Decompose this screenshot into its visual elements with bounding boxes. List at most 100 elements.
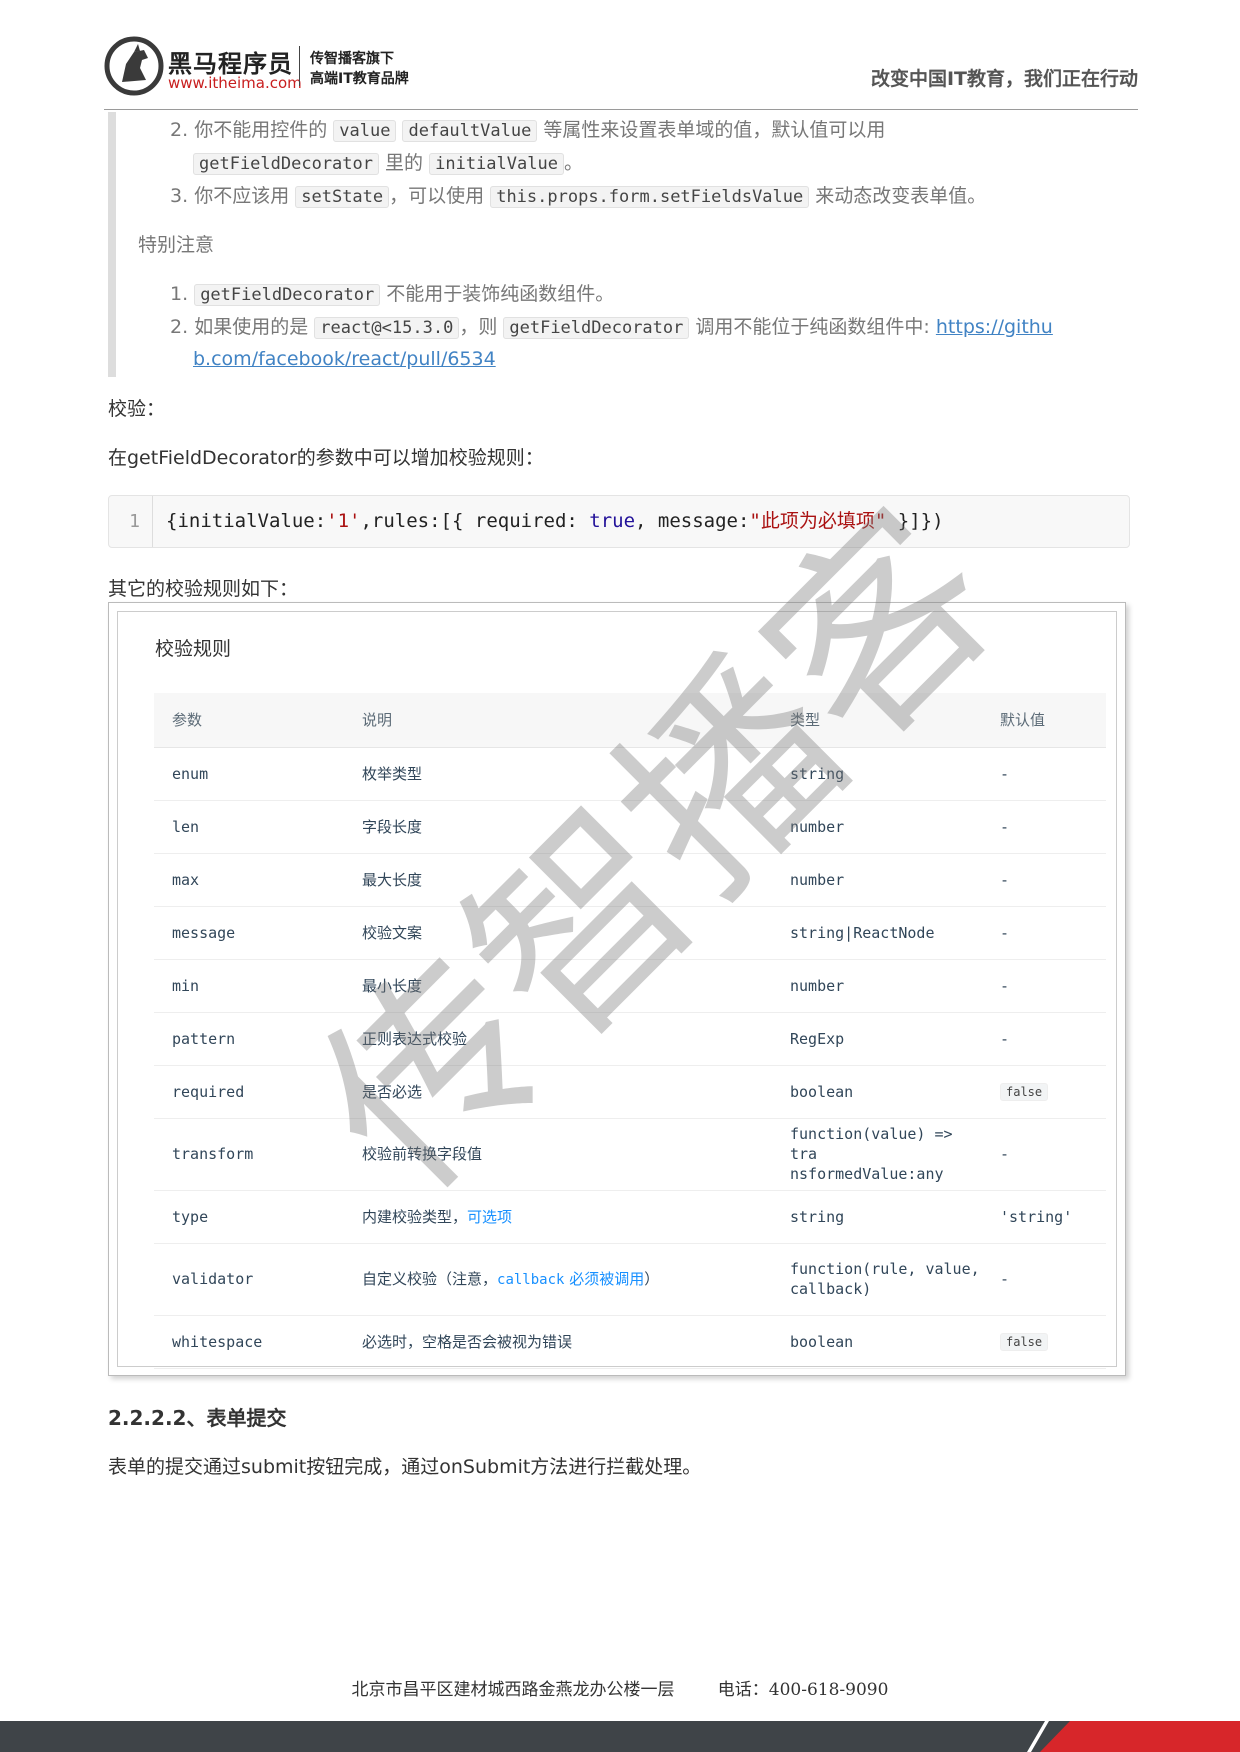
- cell-type: function(rule, value, callback): [772, 1243, 982, 1316]
- blockquote: 2. 你不能用控件的 value defaultValue 等属性来设置表单域的…: [108, 112, 1104, 377]
- inline-code: react@<15.3.0: [314, 317, 460, 339]
- cell-desc: 校验文案: [344, 906, 772, 960]
- code-string: '1': [326, 510, 361, 532]
- list-text: ，可以使用: [389, 185, 485, 207]
- code-string: "此项为必填项": [749, 510, 887, 532]
- column-header: 类型: [772, 693, 982, 748]
- list-number: 1.: [170, 283, 189, 305]
- inline-code: getFieldDecorator: [193, 153, 379, 175]
- cell-default: -: [982, 906, 1106, 960]
- list-text: 如果使用的是: [194, 316, 309, 338]
- list-text: 不能用于装饰纯函数组件。: [386, 283, 615, 305]
- cell-param: validator: [154, 1243, 344, 1316]
- table-row: max 最大长度 number -: [154, 853, 1106, 907]
- cell-type: string|ReactNode: [772, 906, 982, 960]
- cell-type: function(value) => tra nsformedValue:any: [772, 1118, 982, 1191]
- table-row: whitespace 必选时，空格是否会被视为错误 boolean false: [154, 1315, 1106, 1369]
- note-title: 特别注意: [138, 234, 215, 256]
- paragraph-rules-intro: 在getFieldDecorator的参数中可以增加校验规则：: [108, 447, 544, 469]
- list-text: 调用不能位于纯函数组件中:: [695, 316, 930, 338]
- cell-desc: 自定义校验（注意，callback 必须被调用）: [344, 1243, 772, 1316]
- cell-type: string: [772, 747, 982, 801]
- cell-default: -: [982, 959, 1106, 1013]
- cell-type: boolean: [772, 1065, 982, 1119]
- list-text: ，则: [459, 316, 498, 338]
- cell-param: enum: [154, 747, 344, 801]
- column-header: 默认值: [982, 693, 1106, 748]
- column-header: 参数: [154, 693, 344, 748]
- table-row: transform 校验前转换字段值 function(value) => tr…: [154, 1118, 1106, 1191]
- cell-type: boolean: [772, 1315, 982, 1369]
- page-header: 黑马程序员 www.itheima.com 传智播客旗下 高端IT教育品牌 改变…: [104, 36, 1138, 110]
- cell-param: message: [154, 906, 344, 960]
- cell-param: transform: [154, 1118, 344, 1191]
- cell-desc: 必选时，空格是否会被视为错误: [344, 1315, 772, 1369]
- list-text: 你不应该用: [194, 185, 290, 207]
- cell-desc: 校验前转换字段值: [344, 1118, 772, 1191]
- cell-type: string: [772, 1190, 982, 1244]
- cell-param: min: [154, 959, 344, 1013]
- cell-param: type: [154, 1190, 344, 1244]
- list-text: 你不能用控件的: [194, 119, 328, 141]
- list-text: 。: [563, 152, 583, 174]
- table-row: pattern 正则表达式校验 RegExp -: [154, 1012, 1106, 1066]
- list-item: 2. 如果使用的是 react@<15.3.0 ，则 getFieldDecora…: [170, 313, 1053, 342]
- footer-address: 北京市昌平区建材城西路金燕龙办公楼一层: [351, 1680, 675, 1700]
- options-link[interactable]: 可选项: [467, 1208, 512, 1226]
- desc-text: 内建校验类型，: [362, 1208, 468, 1226]
- cell-param: pattern: [154, 1012, 344, 1066]
- inline-code: this.props.form.setFieldsValue: [490, 186, 810, 208]
- table-header-row: 参数 说明 类型 默认值: [154, 693, 1106, 748]
- cell-desc: 正则表达式校验: [344, 1012, 772, 1066]
- cell-default: -: [982, 1012, 1106, 1066]
- code-token: ,rules:[{ required:: [360, 510, 590, 532]
- cell-param: whitespace: [154, 1315, 344, 1369]
- desc-highlight: 必须被调用: [564, 1269, 645, 1288]
- cell-param: required: [154, 1065, 344, 1119]
- cell-desc: 枚举类型: [344, 747, 772, 801]
- column-header: 说明: [344, 693, 772, 748]
- default-tag: false: [1000, 1083, 1049, 1101]
- cell-desc: 字段长度: [344, 800, 772, 854]
- code-token: }]}): [886, 510, 944, 532]
- desc-code: callback: [497, 1271, 565, 1288]
- cell-default: -: [982, 747, 1106, 801]
- brand-subtitle-1: 传智播客旗下: [310, 51, 394, 67]
- inline-code: value: [333, 120, 397, 142]
- desc-text: ）: [644, 1269, 660, 1288]
- list-number: 3.: [170, 185, 189, 207]
- code-keyword: true: [589, 510, 636, 532]
- brand-divider: [299, 46, 300, 86]
- table-row: message 校验文案 string|ReactNode -: [154, 906, 1106, 960]
- line-number: 1: [109, 496, 153, 547]
- brand-subtitle-2: 高端IT教育品牌: [310, 71, 409, 87]
- horse-logo-icon: [104, 36, 164, 96]
- list-text: 来动态改变表单值。: [815, 185, 987, 207]
- table-row: type 内建校验类型，可选项 string 'string': [154, 1190, 1106, 1244]
- github-link[interactable]: b.com/facebook/react/pull/6534: [193, 348, 496, 370]
- list-item: 3. 你不应该用 setState ，可以使用 this.props.form.s…: [170, 182, 986, 211]
- cell-desc: 内建校验类型，可选项: [344, 1190, 772, 1244]
- cell-default: -: [982, 1118, 1106, 1191]
- paragraph-submit: 表单的提交通过submit按钮完成，通过onSubmit方法进行拦截处理。: [108, 1456, 702, 1478]
- code-line: {initialValue:'1',rules:[{ required: tru…: [166, 496, 944, 547]
- footer-phone: 电话：400-618-9090: [717, 1680, 889, 1700]
- cell-default: -: [982, 800, 1106, 854]
- code-block: 1 {initialValue:'1',rules:[{ required: t…: [108, 495, 1130, 548]
- inline-code: getFieldDecorator: [194, 284, 381, 306]
- footer-contact: 北京市昌平区建材城西路金燕龙办公楼一层 电话：400-618-9090: [0, 1675, 1240, 1700]
- rules-table-frame: 校验规则 参数 说明 类型 默认值 enum 枚举类型 string - len…: [117, 611, 1117, 1369]
- table-row: len 字段长度 number -: [154, 800, 1106, 854]
- list-number: 2.: [170, 316, 189, 338]
- list-item-continuation: getFieldDecorator 里的 initialValue。: [193, 149, 583, 178]
- type-line: callback): [790, 1280, 872, 1298]
- list-text: 里的: [385, 152, 424, 174]
- github-link[interactable]: https://githu: [936, 316, 1053, 338]
- desc-text: 自定义校验（注意，: [362, 1269, 498, 1288]
- inline-code: initialValue: [429, 153, 564, 175]
- inline-code: defaultValue: [402, 120, 538, 142]
- list-text: 等属性来设置表单域的值，默认值可以用: [543, 119, 886, 141]
- paragraph-validate: 校验：: [108, 398, 166, 420]
- type-line: function(value) => tra: [790, 1125, 953, 1163]
- cell-type: number: [772, 853, 982, 907]
